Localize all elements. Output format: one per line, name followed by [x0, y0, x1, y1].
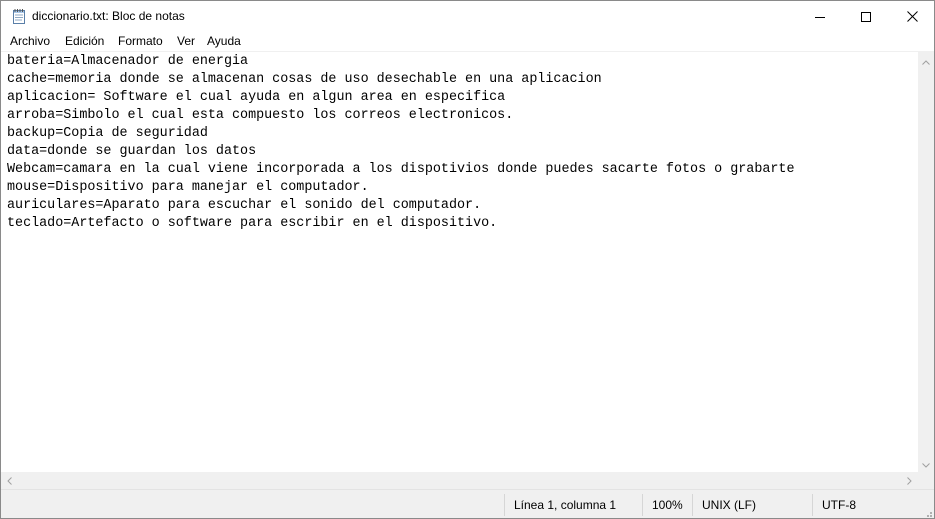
notepad-icon — [12, 8, 27, 25]
text-line: teclado=Artefacto o software para escrib… — [7, 216, 498, 231]
menu-archivo[interactable]: Archivo — [9, 34, 51, 48]
scroll-up-button[interactable] — [918, 52, 934, 69]
text-line: aplicacion= Software el cual ayuda en al… — [7, 90, 506, 105]
status-divider — [504, 494, 505, 516]
text-line: bateria=Almacenador de energia — [7, 54, 249, 69]
title-bar[interactable]: diccionario.txt: Bloc de notas — [1, 1, 934, 32]
scroll-right-button[interactable] — [901, 472, 918, 489]
zoom-level: 100% — [652, 498, 683, 512]
status-divider — [812, 494, 813, 516]
encoding: UTF-8 — [822, 498, 856, 512]
status-bar: Línea 1, columna 1 100% UNIX (LF) UTF-8 — [1, 489, 934, 518]
notepad-window: diccionario.txt: Bloc de notas Archivo E… — [0, 0, 935, 519]
text-editor[interactable]: bateria=Almacenador de energia cache=memo… — [1, 52, 918, 472]
horizontal-scrollbar[interactable] — [1, 472, 918, 489]
chevron-down-icon — [922, 455, 930, 473]
status-divider — [642, 494, 643, 516]
editor-content[interactable]: bateria=Almacenador de energia cache=memo… — [7, 53, 795, 233]
chevron-right-icon — [907, 472, 912, 490]
text-line: Webcam=camara en la cual viene incorpora… — [7, 162, 795, 177]
text-line: data=donde se guardan los datos — [7, 144, 257, 159]
text-line: auriculares=Aparato para escuchar el son… — [7, 198, 482, 213]
minimize-icon — [815, 12, 825, 22]
menu-ver[interactable]: Ver — [176, 34, 196, 48]
close-icon — [906, 11, 918, 22]
window-title: diccionario.txt: Bloc de notas — [32, 9, 185, 23]
text-line: arroba=Simbolo el cual esta compuesto lo… — [7, 108, 514, 123]
menu-ayuda[interactable]: Ayuda — [206, 34, 242, 48]
scroll-left-button[interactable] — [1, 472, 18, 489]
line-ending: UNIX (LF) — [702, 498, 756, 512]
maximize-icon — [861, 11, 871, 22]
chevron-up-icon — [922, 52, 930, 70]
minimize-button[interactable] — [797, 1, 843, 32]
maximize-button[interactable] — [843, 1, 889, 32]
text-line: backup=Copia de seguridad — [7, 126, 208, 141]
vertical-scrollbar[interactable] — [918, 52, 934, 472]
scrollbar-corner — [918, 472, 934, 489]
menu-bar: Archivo Edición Formato Ver Ayuda — [1, 32, 934, 51]
scroll-down-button[interactable] — [918, 455, 934, 472]
text-line: mouse=Dispositivo para manejar el comput… — [7, 180, 369, 195]
chevron-left-icon — [7, 472, 12, 490]
menu-edicion[interactable]: Edición — [64, 34, 105, 48]
menu-formato[interactable]: Formato — [117, 34, 164, 48]
resize-grip-icon[interactable] — [922, 507, 932, 517]
text-line: cache=memoria donde se almacenan cosas d… — [7, 72, 602, 87]
status-divider — [692, 494, 693, 516]
close-button[interactable] — [889, 1, 934, 32]
cursor-position: Línea 1, columna 1 — [514, 498, 617, 512]
